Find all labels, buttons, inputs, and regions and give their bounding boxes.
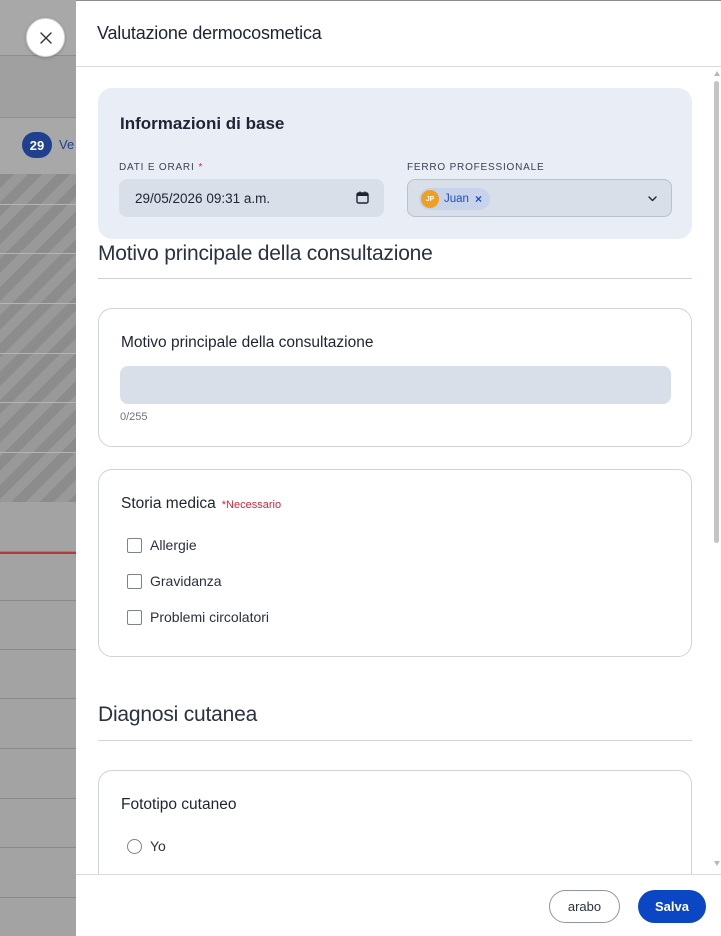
professional-label: FERRO PROFESSIONALE	[407, 162, 545, 173]
character-counter: 0/255	[120, 411, 148, 423]
radio-button[interactable]	[127, 838, 142, 854]
phototype-title: Fototipo cutaneo	[121, 796, 237, 813]
background-band	[0, 56, 76, 118]
close-icon	[39, 31, 52, 44]
calendar-icon[interactable]	[356, 191, 369, 204]
professional-select[interactable]: JP Juan ×	[407, 179, 672, 217]
chevron-down-icon[interactable]	[647, 193, 658, 204]
date-time-value: 29/05/2026 09:31 a.m.	[135, 190, 271, 206]
day-number-badge: 29	[22, 132, 52, 158]
checkbox[interactable]	[127, 573, 142, 589]
basic-info-title: Informazioni di base	[120, 114, 285, 133]
section-divider	[98, 278, 692, 279]
consultation-section-heading: Motivo principale della consultazione	[98, 242, 433, 265]
date-time-input[interactable]: 29/05/2026 09:31 a.m.	[119, 179, 384, 217]
consultation-reason-input[interactable]	[120, 366, 671, 404]
checkbox[interactable]	[127, 609, 142, 625]
scrollbar-thumb[interactable]	[714, 81, 719, 543]
scroll-up-arrow-icon[interactable]	[714, 71, 720, 76]
assessment-panel: Valutazione dermocosmetica Informazioni …	[76, 0, 721, 936]
panel-scroll-area[interactable]: Informazioni di base DATI E ORARI * 29/05…	[76, 67, 721, 874]
date-time-label-text: DATI E ORARI	[119, 162, 195, 173]
required-star: *	[198, 162, 204, 173]
day-label: Ve	[59, 137, 75, 152]
secondary-button[interactable]: arabo	[549, 890, 620, 923]
date-time-label: DATI E ORARI *	[119, 162, 203, 173]
save-button[interactable]: Salva	[638, 890, 706, 923]
avatar: JP	[421, 190, 439, 208]
checkbox-gravidanza[interactable]: Gravidanza	[127, 573, 222, 589]
checkbox-label: Problemi circolatori	[150, 609, 270, 625]
checkbox-allergie[interactable]: Allergie	[127, 537, 197, 553]
section-divider	[98, 740, 692, 741]
consultation-card-title: Motivo principale della consultazione	[121, 334, 374, 351]
radio-label: Yo	[150, 838, 166, 854]
panel-scrollbar[interactable]	[714, 71, 720, 866]
checkbox-problemi-circolatori[interactable]: Problemi circolatori	[127, 609, 269, 625]
skin-diagnosis-heading: Diagnosi cutanea	[98, 703, 258, 726]
radio-option-yo[interactable]: Yo	[127, 838, 166, 854]
current-time-line	[0, 552, 76, 554]
unavailable-slots	[0, 174, 76, 502]
calendar-rows	[0, 502, 76, 936]
chip-remove-icon[interactable]: ×	[475, 192, 482, 206]
phototype-card: Fototipo cutaneo Yo	[98, 770, 692, 874]
chip-name: Juan	[444, 193, 469, 205]
close-panel-button[interactable]	[26, 18, 65, 57]
panel-title: Valutazione dermocosmetica	[97, 23, 322, 43]
checkbox[interactable]	[127, 537, 142, 553]
medical-history-title-text: Storia medica	[121, 495, 216, 512]
medical-history-card: Storia medica *Necessario Allergie Gravid…	[98, 469, 692, 657]
professional-chip: JP Juan ×	[419, 188, 490, 210]
panel-footer: arabo Salva	[76, 874, 721, 936]
checkbox-label: Allergie	[150, 537, 197, 553]
panel-header: Valutazione dermocosmetica	[76, 1, 721, 67]
checkbox-label: Gravidanza	[150, 573, 222, 589]
consultation-card: Motivo principale della consultazione 0/…	[98, 308, 692, 447]
required-note: *Necessario	[221, 499, 282, 511]
basic-info-card: Informazioni di base DATI E ORARI * 29/05…	[98, 88, 692, 239]
scroll-down-arrow-icon[interactable]	[714, 861, 720, 866]
medical-history-title: Storia medica *Necessario	[121, 495, 281, 513]
